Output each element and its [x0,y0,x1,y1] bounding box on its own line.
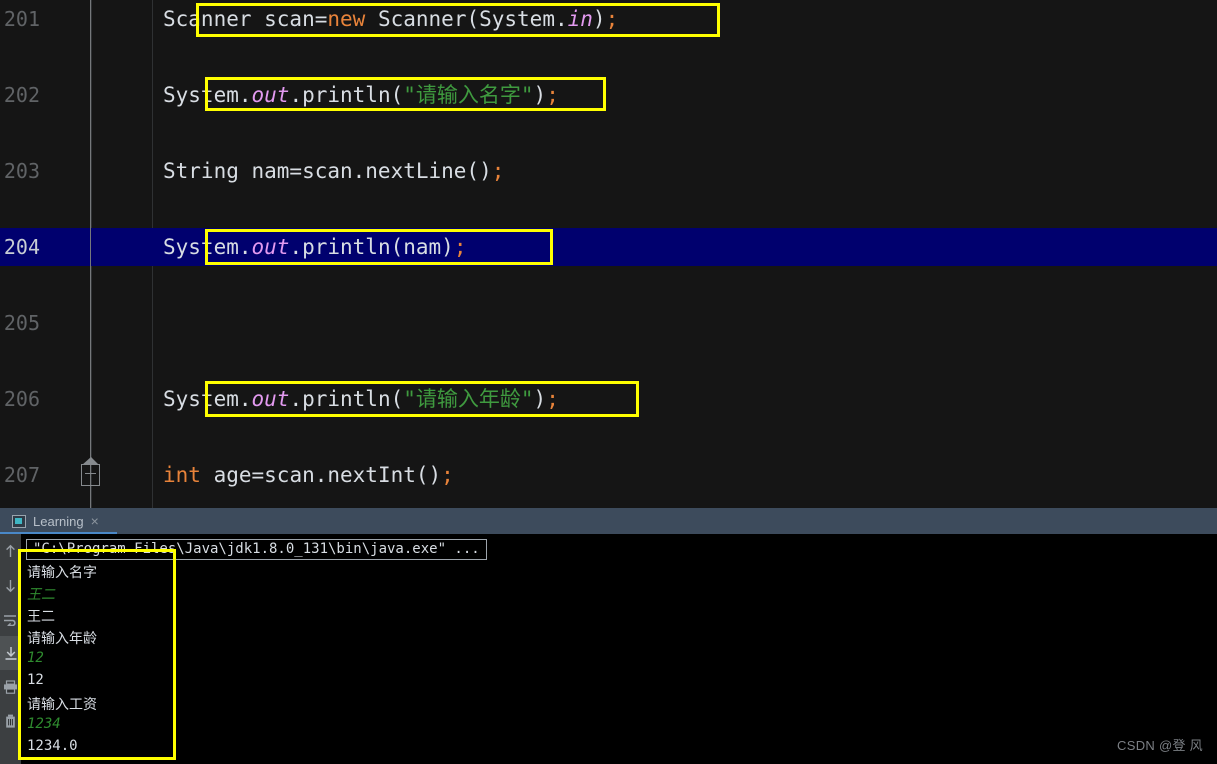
code-token-semi: ; [453,235,467,259]
code-token-pl: .println( [289,83,404,107]
code-token-pl: .println( [289,387,404,411]
line-number: 202 [3,83,40,107]
code-token-fld: out [251,387,290,411]
code-text: System.out.println("请输入名字"); [163,76,559,114]
print-icon[interactable] [0,670,21,704]
code-token-pl: Scanner scan= [163,7,328,31]
line-number: 207 [3,463,40,487]
code-line[interactable]: 206 System.out.println("请输入年龄"); [0,380,1217,418]
code-line[interactable]: 201 Scanner scan=new Scanner(System.in); [0,0,1217,38]
code-token-kw: int [163,463,201,487]
code-token-pl: System. [163,83,252,107]
code-token-pl: ) [533,387,547,411]
code-line-list: 201 Scanner scan=new Scanner(System.in); 2… [0,0,1217,508]
code-token-pl: age=scan.nextInt() [200,463,442,487]
console-output-line: 请输入工资 [27,697,97,713]
code-line[interactable]: 204 System.out.println(nam); [0,228,1217,266]
code-token-semi: ; [546,83,559,107]
line-number: 206 [3,387,40,411]
console-output-line: 请输入年龄 [27,631,97,647]
code-token-fld: out [251,83,290,107]
command-line-text: "C:\Program Files\Java\jdk1.8.0_131\bin\… [26,539,487,560]
code-token-pl: System. [163,235,252,259]
code-token-fld: in [567,7,593,31]
console-output-line: 1234.0 [27,738,78,754]
code-fold-collapse-icon[interactable] [81,457,100,486]
code-token-pl: ) [592,7,606,31]
code-token-str: "请输入名字" [403,83,534,107]
line-number: 203 [3,159,40,183]
code-line[interactable]: 205 [0,304,1217,342]
code-token-kw: new [327,7,366,31]
line-number: 201 [3,7,40,31]
csdn-watermark: CSDN @登 风 [1117,738,1203,753]
code-editor[interactable]: 201 Scanner scan=new Scanner(System.in); 2… [0,0,1217,508]
console-input-line: 1234 [27,716,61,732]
line-number: 205 [3,311,40,335]
console-input-line: 12 [27,650,44,666]
code-text: System.out.println(nam); [163,228,466,266]
soft-wrap-icon[interactable] [0,602,21,636]
code-line[interactable]: 203 String nam=scan.nextLine(); [0,152,1217,190]
console-input-line: 王二 [27,587,55,603]
code-text: String nam=scan.nextLine(); [163,152,504,190]
scroll-to-end-icon[interactable] [0,636,21,670]
down-arrow-icon[interactable] [0,568,21,602]
code-line[interactable]: 207 int age=scan.nextInt(); [0,456,1217,494]
code-line[interactable]: 202 System.out.println("请输入名字"); [0,76,1217,114]
code-token-pl: .println(nam) [289,235,454,259]
code-token-pl: String nam=scan.nextLine() [163,159,492,183]
code-token-fld: out [251,235,290,259]
code-token-pl: ) [533,83,547,107]
code-token-pl: System. [163,387,252,411]
code-token-semi: ; [546,387,559,411]
line-number: 204 [3,235,40,259]
code-token-semi: ; [491,159,505,183]
code-token-str: "请输入年龄" [403,387,534,411]
code-text: System.out.println("请输入年龄"); [163,380,559,418]
console-side-toolbar[interactable] [0,534,21,764]
code-text: Scanner scan=new Scanner(System.in); [163,0,618,38]
code-token-semi: ; [441,463,454,487]
code-fold-rail [90,0,91,508]
console-output-area[interactable]: "C:\Program Files\Java\jdk1.8.0_131\bin\… [21,534,1217,764]
console-output-line: 王二 [27,609,55,625]
trash-icon[interactable] [0,704,21,738]
close-icon[interactable]: × [91,514,99,528]
up-arrow-icon[interactable] [0,534,21,568]
console-tab-label: Learning [33,513,84,529]
code-token-pl: Scanner(System. [365,7,568,31]
run-console-panel[interactable]: Learning × "C:\Program Files\Java\jdk1.8… [0,508,1217,764]
console-tab-learning[interactable]: Learning × [6,508,105,534]
run-console-icon [12,514,26,528]
code-token-semi: ; [605,7,619,31]
code-text: int age=scan.nextInt(); [163,456,454,494]
console-output-line: 请输入名字 [27,565,97,581]
console-output-line: 12 [27,672,44,688]
console-tab-bar[interactable]: Learning × [0,508,1217,535]
